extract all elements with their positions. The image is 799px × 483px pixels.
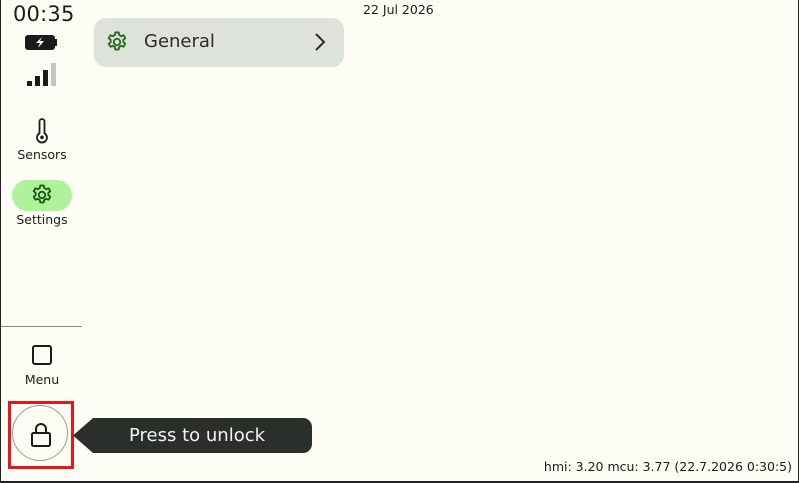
sidebar-item-sensors[interactable]: Sensors: [1, 118, 83, 162]
sidebar-item-label: Sensors: [17, 147, 67, 162]
date-label: 22 Jul 2026: [363, 2, 434, 17]
unlock-tooltip-text: Press to unlock: [129, 425, 266, 446]
lock-icon: [31, 423, 51, 447]
gear-icon: [107, 31, 127, 51]
signal-strength-icon: [27, 63, 56, 86]
settings-item-label: General: [144, 31, 215, 52]
clock: 00:35: [13, 2, 75, 26]
sidebar-divider: [1, 326, 82, 327]
version-info: hmi: 3.20 mcu: 3.77 (22.7.2026 0:30:5): [543, 459, 792, 474]
sidebar-item-label: Menu: [24, 372, 60, 387]
thermometer-icon: [36, 118, 48, 144]
settings-item-general[interactable]: General: [94, 18, 344, 67]
chevron-right-icon: [315, 33, 326, 51]
sidebar-item-label: Settings: [16, 212, 68, 227]
lock-button[interactable]: [12, 405, 68, 461]
square-icon: [32, 345, 52, 365]
unlock-tooltip: Press to unlock: [73, 418, 312, 453]
gear-icon: [32, 184, 52, 204]
active-indicator: [12, 180, 72, 211]
device-screen: 00:35 22 Jul 2026 Sensors Settings Menu …: [0, 0, 799, 483]
sidebar-item-menu[interactable]: Menu: [1, 344, 83, 387]
sidebar-item-settings[interactable]: Settings: [1, 180, 83, 227]
battery-charging-icon: [25, 35, 57, 50]
